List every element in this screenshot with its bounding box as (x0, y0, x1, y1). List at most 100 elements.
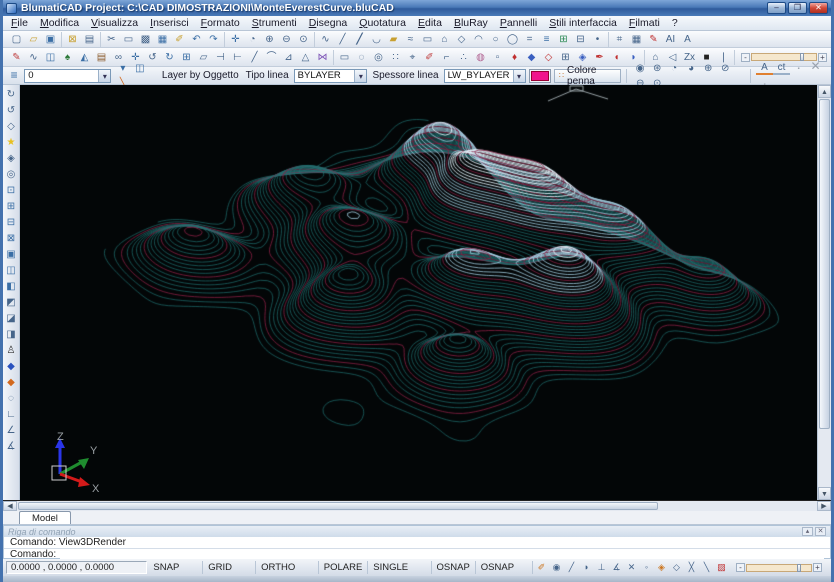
open-icon[interactable]: ▱ (25, 32, 42, 47)
cube-top-icon[interactable]: ⊡ (3, 183, 19, 199)
pan-icon[interactable]: ✛ (227, 32, 244, 47)
tangent-snap-icon[interactable]: ╲ (699, 561, 714, 574)
mirror-icon[interactable]: ⋈ (314, 50, 331, 65)
zoom-realtime-icon[interactable]: ◔ (244, 32, 261, 47)
status-slider-plus-button[interactable]: + (813, 563, 822, 572)
brush-icon[interactable]: ✐ (171, 32, 188, 47)
status-toggle[interactable]: POLARE (319, 561, 369, 574)
image-icon[interactable]: ▦ (154, 32, 171, 47)
new-icon[interactable]: ▢ (8, 32, 25, 47)
menu-item[interactable]: Modifica (34, 16, 85, 31)
fillet-icon[interactable]: ⌒ (263, 50, 280, 65)
measure-zoom-icon[interactable]: ◌ (3, 391, 19, 407)
viewpoint-icon[interactable]: ◇ (3, 119, 19, 135)
orbit-icon[interactable]: ↻ (3, 87, 19, 103)
status-toggle[interactable]: SNAP OFF (148, 561, 203, 574)
spline-icon[interactable]: ≈ (402, 32, 419, 47)
hexagon-icon[interactable]: ◇ (453, 32, 470, 47)
shade-hidden-icon[interactable]: ◪ (3, 311, 19, 327)
undo-icon[interactable]: ↶ (188, 32, 205, 47)
menu-item[interactable]: BluRay (448, 16, 494, 31)
cross-snap-icon[interactable]: ╳ (684, 561, 699, 574)
donut-icon[interactable]: ◍ (472, 50, 489, 65)
block-icon[interactable]: ⊞ (555, 32, 572, 47)
drawing-canvas[interactable] (20, 85, 817, 500)
cube-right-icon[interactable]: ⊠ (3, 231, 19, 247)
line-icon[interactable]: ╱ (334, 32, 351, 47)
copy-icon[interactable]: ▭ (120, 32, 137, 47)
arc-menu-icon[interactable]: ◠ (470, 32, 487, 47)
scroll-right-arrow[interactable]: ▶ (817, 501, 831, 511)
lasso-snap-icon[interactable]: ◗ (579, 561, 594, 574)
print-icon[interactable]: ▤ (81, 32, 98, 47)
menu-item[interactable]: Edita (412, 16, 448, 31)
menu-item[interactable]: Filmati (623, 16, 666, 31)
minimize-button[interactable]: ‒ (767, 2, 786, 14)
menu-item[interactable]: ? (666, 16, 684, 31)
chevron-down-icon[interactable]: ▾ (513, 70, 525, 82)
layer-select[interactable]: 0 ▾ (24, 69, 111, 83)
insert-snap-icon[interactable]: ▨ (714, 561, 729, 574)
pentagon-icon[interactable]: ⌂ (436, 32, 453, 47)
lock-icon[interactable]: ⊠ (64, 32, 81, 47)
status-slider-track[interactable] (746, 564, 812, 572)
menu-item[interactable]: Visualizza (85, 16, 144, 31)
boundary-icon[interactable]: ▦ (628, 32, 645, 47)
scroll-down-arrow[interactable]: ▼ (818, 487, 831, 500)
chamfer2-icon[interactable]: △ (297, 50, 314, 65)
intersection-snap-icon[interactable]: ✕ (624, 561, 639, 574)
scroll-left-arrow[interactable]: ◀ (3, 501, 17, 511)
sketch-icon[interactable]: ✎ (8, 50, 25, 65)
line-snap-icon[interactable]: ╱ (564, 561, 579, 574)
rectangle-icon[interactable]: ▭ (419, 32, 436, 47)
text-case-icon[interactable]: ct (773, 62, 790, 75)
layer-manager-icon[interactable]: ◫ (131, 61, 148, 76)
zoom-dynamic-icon[interactable]: ⊛ (649, 61, 666, 76)
zoom-previous-icon[interactable]: ◔ (666, 61, 683, 76)
vertical-scroll-thumb[interactable] (819, 99, 830, 429)
status-toggle[interactable]: OSNAP (432, 561, 476, 574)
zoom-window-icon[interactable]: ◉ (632, 61, 649, 76)
circle-view-icon[interactable]: ◎ (3, 167, 19, 183)
save-icon[interactable]: ▣ (42, 32, 59, 47)
lineweight-select[interactable]: LW_BYLAYER ▾ (444, 69, 526, 83)
perpendicular-snap-icon[interactable]: ⊥ (594, 561, 609, 574)
zoom-select-icon[interactable]: ◎ (370, 50, 387, 65)
render-orange-icon[interactable]: ◆ (3, 375, 19, 391)
status-toggle[interactable]: ORTHO OFF (256, 561, 319, 574)
style-icon[interactable]: ✎ (645, 32, 662, 47)
terrain-icon[interactable]: ◭ (76, 50, 93, 65)
pen-icon[interactable]: ✒ (591, 50, 608, 65)
layers-icon[interactable]: ≡ (7, 68, 21, 83)
branch-icon[interactable]: ∴ (455, 50, 472, 65)
trim-icon[interactable]: ⊢ (229, 50, 246, 65)
blocks-icon[interactable]: ⊟ (572, 32, 589, 47)
zoom-object-icon[interactable]: ◌ (353, 50, 370, 65)
rotate-copy-icon[interactable]: ↻ (161, 50, 178, 65)
measure-in-icon[interactable]: ∠ (3, 423, 19, 439)
status-toggle[interactable]: GRID OFF (203, 561, 256, 574)
tree-icon[interactable]: ♠ (59, 50, 76, 65)
point-icon[interactable]: • (589, 32, 606, 47)
star-icon[interactable]: ★ (3, 135, 19, 151)
zoom-in-icon[interactable]: ⊕ (700, 61, 717, 76)
cube-bottom-icon[interactable]: ◫ (3, 263, 19, 279)
menu-item[interactable]: Pannelli (494, 16, 543, 31)
erase-icon[interactable]: ▰ (385, 32, 402, 47)
zoom-window-icon[interactable]: ⊙ (295, 32, 312, 47)
table-icon[interactable]: ⊞ (557, 50, 574, 65)
measure-out-icon[interactable]: ∡ (3, 439, 19, 455)
status-toggle[interactable]: OSNAP ON (476, 561, 533, 574)
break-icon[interactable]: ╱ (246, 50, 263, 65)
menu-item[interactable]: Strumenti (246, 16, 303, 31)
paste-icon[interactable]: ▩ (137, 32, 154, 47)
array-icon[interactable]: ⊞ (178, 50, 195, 65)
export-image-icon[interactable]: ◫ (42, 50, 59, 65)
cut-icon[interactable]: ✂ (103, 32, 120, 47)
quadrant-snap-icon[interactable]: ◈ (654, 561, 669, 574)
copy-object-icon[interactable]: ▱ (195, 50, 212, 65)
collapse-panel-icon[interactable]: ▴ (802, 527, 813, 536)
view-left-icon[interactable]: ◖ (608, 50, 625, 65)
ellipse-icon[interactable]: ◯ (504, 32, 521, 47)
pen-color-swatch[interactable] (529, 69, 551, 83)
